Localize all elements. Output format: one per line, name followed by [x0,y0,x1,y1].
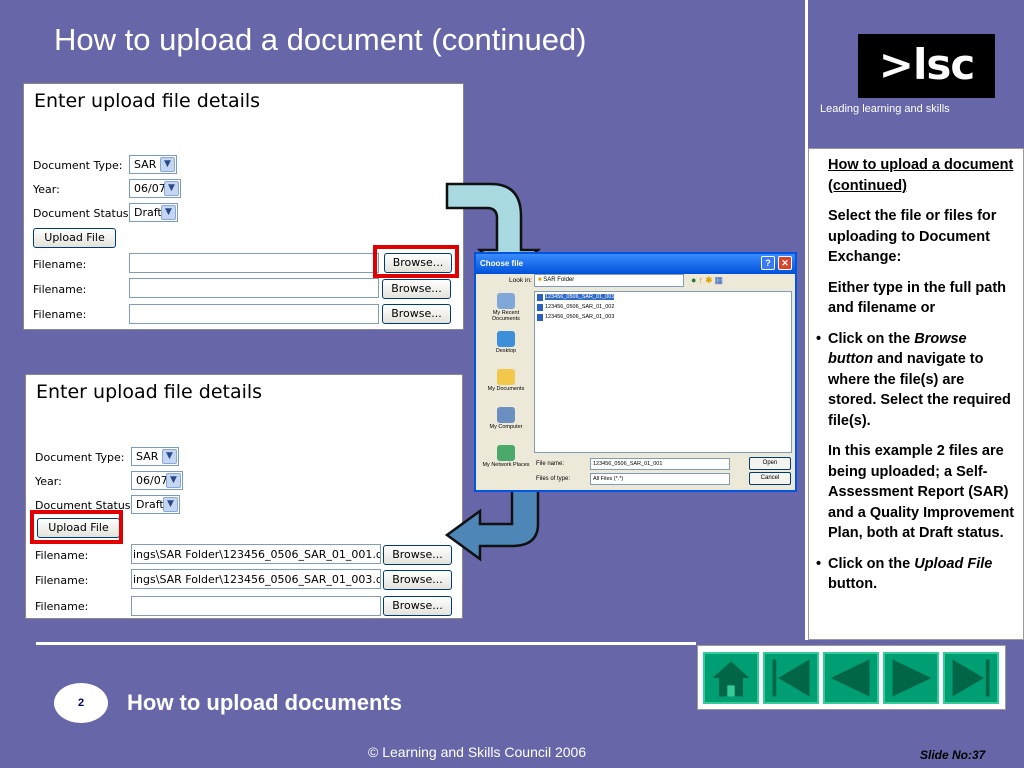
filename-input[interactable] [129,304,379,324]
document-status-select[interactable]: Draft ▼ [129,203,178,222]
browse-button[interactable]: Browse... [383,570,452,590]
chevron-down-icon: ▼ [161,205,176,220]
previous-icon [830,659,870,697]
browse-button[interactable]: Browse... [382,304,451,324]
file-name-input[interactable]: 123456_0506_SAR_01_001 [590,458,730,470]
logo-tagline: Leading learning and skills [820,103,950,115]
filename-input[interactable] [129,278,379,298]
instructions-panel: How to upload a document (continued) Sel… [808,148,1024,640]
filename-label: Filename: [35,549,89,562]
first-icon [772,659,810,697]
section-title: How to upload documents [127,690,402,715]
document-type-label: Document Type: [33,159,123,172]
document-status-label: Document Status: [33,207,133,220]
look-in-label: Look in: [509,277,532,284]
slide-number: Slide No:37 [920,748,986,762]
cancel-button[interactable]: Cancel [749,472,791,485]
copyright: © Learning and Skills Council 2006 [368,744,587,760]
home-button[interactable] [703,652,759,704]
year-select[interactable]: 06/07 ▼ [131,471,183,490]
document-status-select[interactable]: Draft ▼ [131,495,180,514]
files-of-type-label: Files of type: [536,476,571,482]
previous-slide-button[interactable] [823,652,879,704]
file-list: 123456_0506_SAR_01_001 123456_0506_SAR_0… [534,291,792,453]
my-computer-icon [497,407,515,423]
instructions-text: Either type in the full path and filenam… [828,279,1007,317]
chevron-down-icon: ▼ [166,473,181,488]
lsc-logo: >lsc [858,34,995,98]
instructions-text: Select the file or files for uploading t… [828,208,997,265]
first-slide-button[interactable] [763,652,819,704]
files-of-type-select[interactable]: All Files (*.*) [590,473,730,485]
section-number-badge: 2 [54,683,108,723]
browse-button[interactable]: Browse... [383,596,452,616]
form-title: Enter upload file details [34,90,261,112]
last-icon [952,659,990,697]
file-item[interactable]: 123456_0506_SAR_01_002 [535,303,791,312]
places-bar: My Recent Documents Desktop My Documents… [480,291,532,468]
filename-label: Filename: [35,600,89,613]
file-item[interactable]: 123456_0506_SAR_01_003 [535,313,791,322]
instructions-bullet: Click on the Upload File button. [816,554,1015,595]
network-places-icon [497,445,515,461]
upload-file-button[interactable]: Upload File [33,228,116,248]
desktop-icon [497,331,515,347]
folder-icon: ■ [538,277,542,283]
dialog-toolbar: ●↑✱▦ [691,275,725,286]
choose-file-dialog: Choose file ? ✕ Look in: ■ SAR Folder ●↑… [474,252,797,492]
filename-label: Filename: [33,258,87,271]
filename-label: Filename: [33,308,87,321]
upload-form-filled: Enter upload file details Document Type:… [25,374,463,619]
place-desktop[interactable]: Desktop [480,331,532,367]
open-button[interactable]: Open [749,457,791,470]
year-select[interactable]: 06/07 ▼ [129,179,181,198]
form-title: Enter upload file details [36,381,263,403]
next-icon [892,659,932,697]
chevron-down-icon: ▼ [160,157,175,172]
file-name-label: File name: [536,461,565,467]
horizontal-divider [36,642,696,645]
upload-form-empty: Enter upload file details Document Type:… [23,83,464,330]
chevron-down-icon: ▼ [164,181,179,196]
place-my-computer[interactable]: My Computer [480,407,532,443]
filename-label: Filename: [33,283,87,296]
place-my-documents[interactable]: My Documents [480,369,532,405]
next-slide-button[interactable] [883,652,939,704]
look-in-select[interactable]: ■ SAR Folder [534,274,684,287]
recent-documents-icon [497,293,515,309]
file-item[interactable]: 123456_0506_SAR_01_001 [535,293,791,302]
slide-navigation [697,645,1006,710]
filename-label: Filename: [35,574,89,587]
year-label: Year: [33,183,60,196]
filename-input[interactable]: ings\SAR Folder\123456_0506_SAR_01_001.d… [131,544,381,564]
dialog-titlebar: Choose file ? ✕ [476,254,795,274]
views-icon[interactable]: ▦ [714,275,725,285]
home-icon [712,661,750,697]
filename-input[interactable] [131,596,381,616]
instructions-text: In this example 2 files are being upload… [828,443,1015,541]
document-type-select[interactable]: SAR ▼ [129,155,177,174]
browse-button[interactable]: Browse... [382,279,451,299]
upload-file-highlight [30,510,123,544]
filename-input[interactable] [129,253,379,273]
last-slide-button[interactable] [943,652,999,704]
year-label: Year: [35,475,62,488]
slide-title: How to upload a document (continued) [54,22,587,57]
document-type-label: Document Type: [35,451,125,464]
document-type-select[interactable]: SAR ▼ [131,447,179,466]
help-icon[interactable]: ? [761,256,775,270]
filename-input[interactable]: ings\SAR Folder\123456_0506_SAR_01_003.d… [131,569,381,589]
my-documents-icon [497,369,515,385]
place-recent-documents[interactable]: My Recent Documents [480,293,532,329]
instructions-heading: How to upload a document (continued) [828,157,1014,194]
place-network[interactable]: My Network Places [480,445,532,481]
close-icon[interactable]: ✕ [778,256,792,270]
instructions-bullet: Click on the Browse button and navigate … [816,329,1015,432]
chevron-down-icon: ▼ [162,449,177,464]
chevron-down-icon: ▼ [163,497,178,512]
